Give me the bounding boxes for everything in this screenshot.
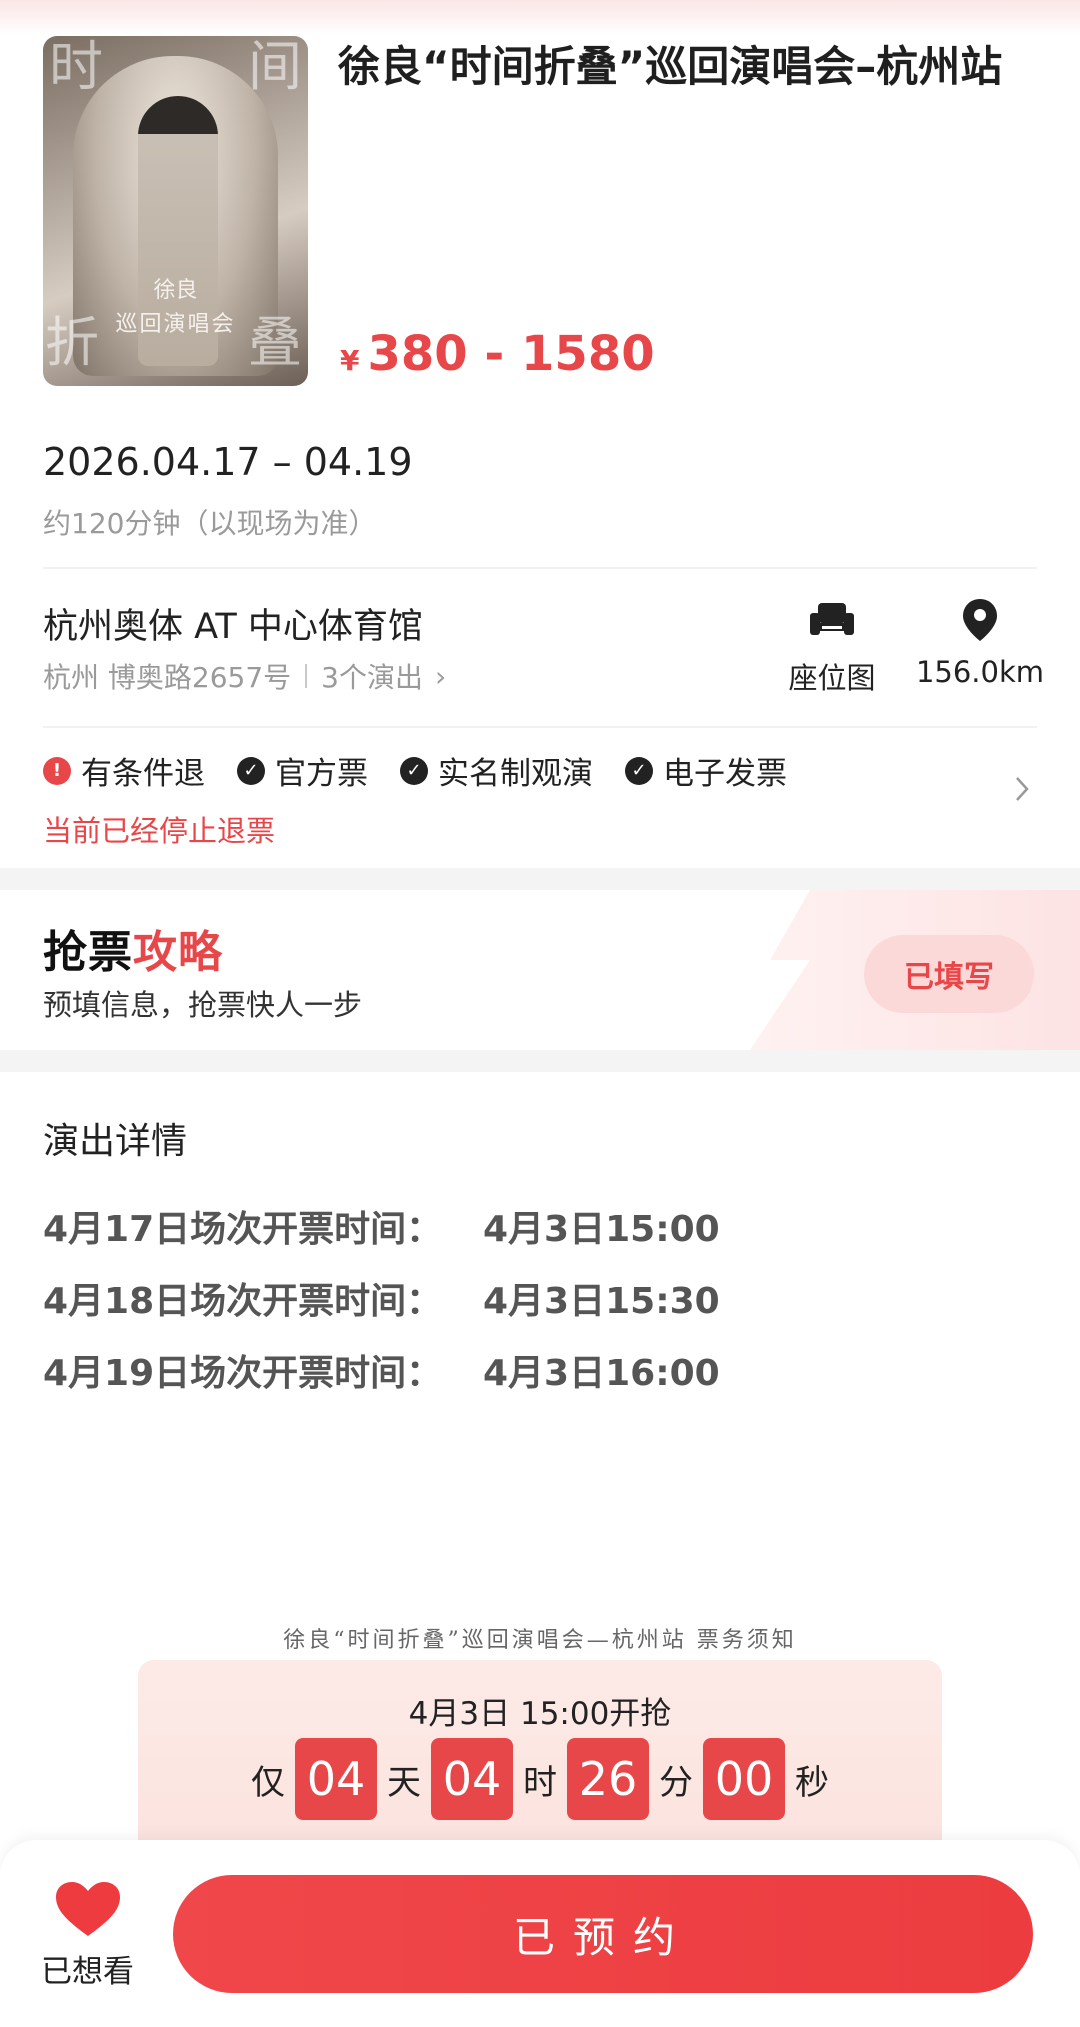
filled-button[interactable]: 已填写 (864, 935, 1034, 1013)
countdown-unit: 时 (523, 1762, 557, 1803)
tag-label: 电子发票 (663, 756, 787, 792)
venue-distance: 156.0km (915, 655, 1045, 689)
seat-map-button[interactable]: 座位图 (780, 595, 884, 697)
venue-address-row[interactable]: 杭州 博奥路2657号 3个演出 › (43, 656, 446, 696)
strategy-title: 抢票攻略 (43, 916, 223, 980)
seat-map-label: 座位图 (788, 661, 876, 695)
countdown-timer: 仅 04 天 04 时 26 分 00 秒 (138, 1738, 942, 1820)
poster-corner-text: 间 (248, 36, 302, 98)
sale-time-label: 4月18日场次开票时间： (43, 1281, 443, 1322)
section-gap (0, 868, 1080, 890)
wish-label: 已想看 (41, 1954, 134, 1990)
countdown-minutes: 26 (567, 1738, 649, 1820)
countdown-unit: 天 (387, 1762, 421, 1803)
heart-icon (55, 1882, 120, 1936)
tag-conditional-refund: ! 有条件退 (43, 748, 205, 793)
strategy-title-part: 攻略 (133, 927, 223, 978)
section-gap (0, 1050, 1080, 1072)
tag-official-ticket: ✓ 官方票 (237, 748, 368, 793)
sale-time-row: 4月19日场次开票时间： 4月3日16:00 (43, 1344, 720, 1396)
seat-icon (780, 595, 884, 645)
countdown-prefix: 仅 (251, 1762, 285, 1803)
reserve-button[interactable]: 已预约 (173, 1875, 1033, 1993)
check-icon: ✓ (237, 756, 265, 785)
sale-time-value: 4月3日16:00 (483, 1353, 720, 1394)
separator (305, 664, 308, 688)
event-date: 2026.04.17 – 04.19 (43, 440, 413, 484)
sale-time-label: 4月17日场次开票时间： (43, 1209, 443, 1250)
chevron-right-icon[interactable] (1014, 775, 1030, 807)
venue-address: 杭州 博奥路2657号 (43, 661, 292, 694)
chevron-right-icon: › (435, 659, 447, 693)
check-icon: ✓ (625, 756, 653, 785)
sale-time-value: 4月3日15:30 (483, 1281, 720, 1322)
divider (43, 567, 1037, 569)
countdown-unit: 秒 (795, 1762, 829, 1803)
countdown-seconds: 00 (703, 1738, 785, 1820)
countdown-card: 4月3日 15:00开抢 仅 04 天 04 时 26 分 00 秒 (138, 1660, 942, 1860)
sale-start-time: 4月3日 15:00开抢 (408, 1696, 672, 1732)
refund-stopped-notice: 当前已经停止退票 (43, 814, 276, 848)
sale-time-row: 4月18日场次开票时间： 4月3日15:30 (43, 1272, 720, 1324)
strategy-subtitle: 预填信息，抢票快人一步 (43, 988, 363, 1022)
countdown-days: 04 (295, 1738, 377, 1820)
price-currency: ¥ (340, 344, 360, 377)
wish-button[interactable]: 已想看 (30, 1880, 145, 1991)
policy-tags[interactable]: ! 有条件退 ✓ 官方票 ✓ 实名制观演 ✓ 电子发票 (43, 748, 819, 793)
poster-artist-name: 徐良 (153, 278, 198, 303)
sale-time-value: 4月3日15:00 (483, 1209, 720, 1250)
strategy-title-part: 抢票 (43, 927, 133, 978)
tag-e-invoice: ✓ 电子发票 (625, 748, 787, 793)
location-pin-icon (905, 595, 1055, 645)
price-range: 380 - 1580 (367, 326, 655, 382)
countdown-hours: 04 (431, 1738, 513, 1820)
divider (43, 726, 1037, 728)
bottom-action-bar: 已想看 已预约 (0, 1840, 1080, 2027)
event-title: 徐良“时间折叠”巡回演唱会–杭州站 (338, 42, 1003, 91)
check-icon: ✓ (400, 756, 428, 785)
countdown-unit: 分 (659, 1762, 693, 1803)
ticket-notice-title: 徐良“时间折叠”巡回演唱会—杭州站 票务须知 (283, 1628, 797, 1653)
ticket-strategy-card[interactable]: 抢票攻略 预填信息，抢票快人一步 已填写 (0, 890, 1080, 1050)
event-poster[interactable]: 时 间 折 叠 徐良 巡回演唱会 (43, 36, 308, 386)
tag-real-name: ✓ 实名制观演 (400, 748, 593, 793)
tag-label: 官方票 (275, 756, 368, 792)
event-price: ¥380 - 1580 (340, 326, 655, 382)
venue-name[interactable]: 杭州奥体 AT 中心体育馆 (43, 598, 423, 649)
sale-time-row: 4月17日场次开票时间： 4月3日15:00 (43, 1200, 720, 1252)
venue-location-button[interactable]: 156.0km (905, 595, 1055, 689)
event-duration: 约120分钟（以现场为准） (43, 507, 377, 540)
tag-label: 实名制观演 (438, 756, 593, 792)
sale-time-label: 4月19日场次开票时间： (43, 1353, 443, 1394)
details-heading: 演出详情 (43, 1121, 188, 1162)
tag-label: 有条件退 (81, 756, 205, 792)
venue-show-count: 3个演出 (321, 661, 423, 694)
poster-subtitle: 巡回演唱会 (115, 312, 236, 337)
top-gradient (0, 0, 1080, 36)
poster-corner-text: 时 (49, 36, 103, 98)
exclamation-icon: ! (43, 756, 71, 785)
